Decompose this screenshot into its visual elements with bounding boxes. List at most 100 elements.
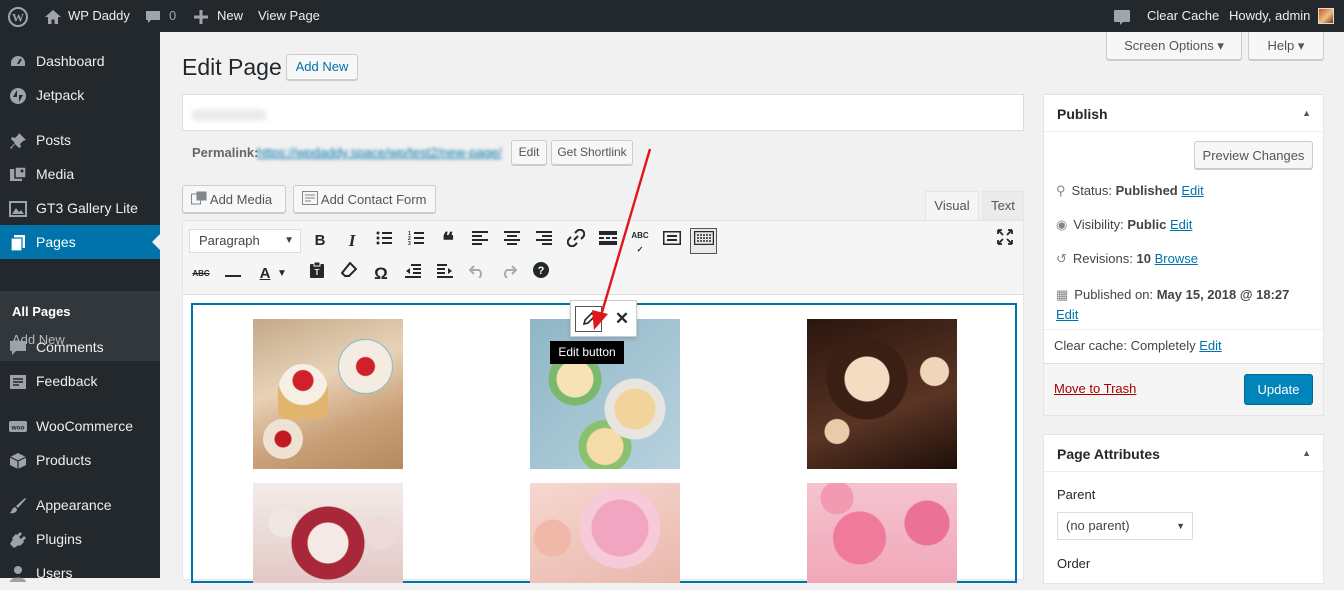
comments-icon	[10, 341, 26, 355]
add-contact-form-button[interactable]: Add Contact Form	[293, 185, 436, 213]
parent-label: Parent	[1057, 487, 1096, 502]
move-to-trash-link[interactable]: Move to Trash	[1054, 381, 1136, 396]
distraction-free-icon[interactable]	[660, 229, 684, 253]
woocommerce-icon: woo	[9, 421, 27, 432]
update-button[interactable]: Update	[1244, 374, 1313, 405]
page-attributes-header[interactable]: Page Attributes ▲	[1044, 435, 1323, 472]
svg-text:W: W	[12, 10, 24, 24]
sidebar-item-plugins[interactable]: Plugins	[0, 522, 160, 556]
sidebar-item-woocommerce[interactable]: woo WooCommerce	[0, 409, 160, 443]
format-select[interactable]: Paragraph ▼	[189, 229, 301, 253]
sidebar-item-media[interactable]: Media	[0, 157, 160, 191]
submenu-all-pages[interactable]: All Pages	[12, 304, 71, 319]
feedback-icon	[10, 375, 26, 389]
special-character-icon[interactable]: Ω	[369, 262, 393, 286]
preview-changes-button[interactable]: Preview Changes	[1194, 141, 1313, 169]
strikethrough-icon[interactable]: ABC	[189, 262, 213, 286]
publish-actions: Move to Trash Update	[1044, 363, 1323, 415]
add-media-button[interactable]: Add Media	[182, 185, 286, 213]
visibility-value: Public	[1127, 217, 1167, 232]
admin-bar: W WP Daddy 0 New View Page Clear Cache H…	[0, 0, 1344, 32]
italic-icon[interactable]: I	[340, 229, 364, 253]
parent-select[interactable]: (no parent) ▼	[1057, 512, 1193, 540]
paste-text-icon[interactable]: T	[305, 261, 329, 286]
gallery-image[interactable]	[530, 483, 680, 583]
revisions-icon: ↺	[1056, 251, 1067, 266]
publish-header[interactable]: Publish ▲	[1044, 95, 1323, 132]
pin-icon	[10, 133, 26, 149]
align-left-icon[interactable]	[468, 229, 492, 253]
numbered-list-icon[interactable]: 123	[404, 229, 428, 253]
fullscreen-icon[interactable]	[993, 229, 1017, 253]
help-icon[interactable]: ?	[529, 262, 553, 286]
site-name-link[interactable]: WP Daddy	[68, 0, 130, 32]
browse-revisions-link[interactable]: Browse	[1155, 251, 1198, 266]
sidebar-item-jetpack[interactable]: Jetpack	[0, 78, 160, 112]
gallery-image[interactable]	[807, 319, 957, 469]
wordpress-logo-icon[interactable]: W	[8, 0, 28, 32]
avatar[interactable]	[1318, 0, 1334, 32]
gallery-image[interactable]	[253, 319, 403, 469]
redo-icon[interactable]	[497, 262, 521, 286]
clear-cache-icon[interactable]	[1113, 0, 1131, 32]
sidebar-item-posts[interactable]: Posts	[0, 123, 160, 157]
tooltip: Edit button	[550, 341, 624, 364]
add-new-button[interactable]: Add New	[286, 54, 358, 80]
title-input[interactable]	[182, 94, 1024, 131]
home-icon[interactable]	[44, 0, 62, 32]
sidebar-item-appearance[interactable]: Appearance	[0, 488, 160, 522]
permalink-edit-button[interactable]: Edit	[511, 140, 547, 165]
sidebar-item-label: Jetpack	[36, 87, 85, 103]
caret-down-icon[interactable]: ▼	[275, 262, 289, 286]
form-icon	[302, 187, 318, 214]
sidebar-item-users[interactable]: Users	[0, 556, 160, 590]
plus-icon[interactable]	[194, 0, 208, 32]
toolbar-toggle-icon[interactable]	[690, 228, 717, 254]
status-edit-link[interactable]: Edit	[1181, 183, 1203, 198]
bulleted-list-icon[interactable]	[372, 229, 396, 253]
new-link[interactable]: New	[217, 0, 243, 32]
sidebar-item-pages[interactable]: Pages	[0, 225, 160, 259]
comments-count[interactable]: 0	[169, 0, 176, 32]
text-color-icon[interactable]: A	[253, 262, 277, 286]
sidebar-item-products[interactable]: Products	[0, 443, 160, 477]
permalink-url[interactable]: https://wpdaddy.space/wp/test2/new-page/	[257, 145, 509, 162]
caret-up-icon[interactable]: ▲	[1302, 108, 1311, 118]
clear-formatting-icon[interactable]	[337, 261, 361, 286]
sidebar-item-feedback[interactable]: Feedback	[0, 364, 160, 398]
screen-options-label: Screen Options	[1124, 38, 1214, 53]
tab-text[interactable]: Text	[982, 191, 1024, 220]
howdy-link[interactable]: Howdy, admin	[1229, 0, 1310, 32]
sidebar-item-label: Appearance	[36, 497, 112, 513]
help-button[interactable]: Help ▾	[1248, 32, 1324, 60]
sidebar-item-comments[interactable]: Comments	[0, 330, 160, 364]
sidebar-item-label: Plugins	[36, 531, 82, 547]
caret-down-icon: ▼	[1176, 521, 1185, 531]
clear-cache-link[interactable]: Clear Cache	[1147, 0, 1219, 32]
visibility-edit-link[interactable]: Edit	[1170, 217, 1192, 232]
blockquote-icon[interactable]: ❝	[436, 229, 460, 253]
link-icon[interactable]	[564, 228, 588, 253]
view-page-link[interactable]: View Page	[258, 0, 320, 32]
status-value: Published	[1115, 183, 1178, 198]
bold-icon[interactable]: B	[308, 229, 332, 253]
published-label: Published on:	[1074, 287, 1154, 302]
sidebar-item-label: Feedback	[36, 373, 98, 389]
comments-bubble-icon[interactable]	[145, 0, 161, 32]
indent-icon[interactable]	[433, 262, 457, 286]
align-right-icon[interactable]	[532, 229, 556, 253]
gallery-image[interactable]	[253, 483, 403, 583]
sidebar-item-gt3-gallery[interactable]: GT3 Gallery Lite	[0, 191, 160, 225]
clear-cache-edit-link[interactable]: Edit	[1199, 338, 1221, 353]
published-edit-link[interactable]: Edit	[1056, 307, 1078, 322]
align-center-icon[interactable]	[500, 229, 524, 253]
screen-options-button[interactable]: Screen Options ▾	[1106, 32, 1242, 60]
undo-icon[interactable]	[465, 262, 489, 286]
gallery-image[interactable]	[807, 483, 957, 583]
tab-visual[interactable]: Visual	[925, 191, 979, 220]
caret-up-icon[interactable]: ▲	[1302, 448, 1311, 458]
outdent-icon[interactable]	[401, 262, 425, 286]
sidebar-item-dashboard[interactable]: Dashboard	[0, 44, 160, 78]
horizontal-line-icon[interactable]	[221, 262, 245, 286]
plugin-icon	[10, 532, 26, 548]
